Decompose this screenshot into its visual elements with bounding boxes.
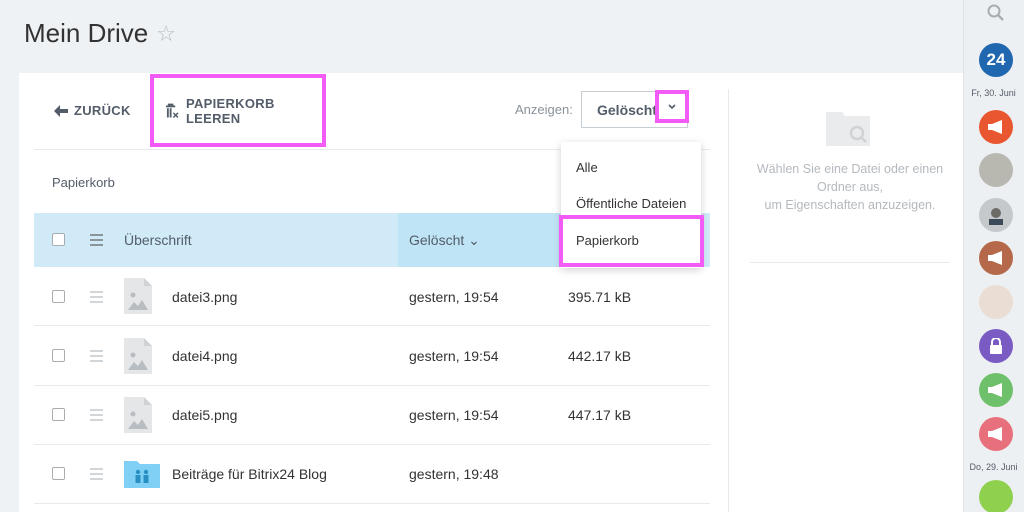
bitrix24-logo[interactable]: 24 bbox=[979, 43, 1013, 77]
menu-item-all[interactable]: Alle bbox=[576, 160, 598, 175]
row-size: 442.17 kB bbox=[568, 348, 632, 364]
date-separator: Fr, 30. Juni bbox=[971, 88, 1016, 98]
favorite-star-icon[interactable]: ☆ bbox=[156, 21, 176, 47]
show-label: Anzeigen: bbox=[515, 102, 573, 117]
folder-search-icon bbox=[826, 112, 870, 146]
chevron-down-icon bbox=[668, 103, 676, 109]
hint-line: Ordner aus, bbox=[816, 180, 883, 194]
image-file-icon bbox=[124, 338, 152, 374]
row-menu-icon[interactable] bbox=[90, 468, 103, 483]
back-button[interactable]: ZURÜCK bbox=[54, 103, 131, 118]
image-file-icon bbox=[124, 278, 152, 314]
arrow-left-icon bbox=[54, 104, 68, 117]
back-label: ZURÜCK bbox=[74, 103, 131, 118]
megaphone-icon[interactable] bbox=[979, 373, 1013, 407]
lock-icon[interactable] bbox=[979, 329, 1013, 363]
row-checkbox[interactable] bbox=[52, 290, 65, 303]
side-divider bbox=[750, 262, 950, 263]
menu-item-trash-highlight bbox=[559, 215, 704, 267]
select-all-checkbox[interactable] bbox=[52, 233, 65, 246]
row-menu-icon[interactable] bbox=[90, 350, 103, 365]
row-name[interactable]: datei5.png bbox=[172, 407, 237, 423]
row-size: 447.17 kB bbox=[568, 407, 632, 423]
megaphone-icon[interactable] bbox=[979, 241, 1013, 275]
column-title[interactable]: Überschrift bbox=[124, 232, 192, 248]
search-icon[interactable] bbox=[987, 4, 1005, 22]
avatar[interactable] bbox=[979, 153, 1013, 187]
avatar[interactable] bbox=[979, 285, 1013, 319]
hint-line: Wählen Sie eine Datei oder einen bbox=[756, 162, 944, 176]
show-select-toggle[interactable] bbox=[655, 90, 689, 123]
panel-divider bbox=[728, 89, 729, 512]
hint-line: um Eigenschaften anzuzeigen. bbox=[764, 198, 936, 212]
megaphone-icon[interactable] bbox=[979, 417, 1013, 451]
show-select-value: Gelöscht bbox=[597, 101, 657, 118]
row-checkbox[interactable] bbox=[52, 467, 65, 480]
breadcrumb[interactable]: Papierkorb bbox=[52, 175, 115, 190]
row-name[interactable]: datei3.png bbox=[172, 289, 237, 305]
date-separator: Do, 29. Juni bbox=[969, 462, 1018, 472]
empty-trash-label: PAPIERKORB LEEREN bbox=[185, 95, 275, 126]
row-name[interactable]: Beiträge für Bitrix24 Blog bbox=[172, 466, 327, 482]
page-title: Mein Drive ☆ bbox=[24, 18, 176, 49]
megaphone-icon[interactable] bbox=[979, 110, 1013, 144]
shared-folder-icon bbox=[124, 461, 160, 488]
row-checkbox[interactable] bbox=[52, 349, 65, 362]
row-date: gestern, 19:54 bbox=[409, 348, 499, 364]
row-date: gestern, 19:54 bbox=[409, 289, 499, 305]
properties-hint: Wählen Sie eine Datei oder einen Ordner … bbox=[750, 160, 950, 214]
row-menu-icon[interactable] bbox=[90, 409, 103, 424]
empty-trash-button[interactable]: PAPIERKORB LEEREN bbox=[150, 74, 326, 147]
trash-icon bbox=[166, 103, 179, 118]
row-date: gestern, 19:48 bbox=[409, 466, 499, 482]
row-size: 395.71 kB bbox=[568, 289, 632, 305]
image-file-icon bbox=[124, 397, 152, 433]
avatar[interactable] bbox=[979, 480, 1013, 512]
column-settings-icon[interactable] bbox=[90, 234, 103, 249]
avatar[interactable] bbox=[979, 198, 1013, 232]
row-menu-icon[interactable] bbox=[90, 291, 103, 306]
column-deleted[interactable]: Gelöscht ⌄ bbox=[409, 232, 480, 249]
row-checkbox[interactable] bbox=[52, 408, 65, 421]
row-date: gestern, 19:54 bbox=[409, 407, 499, 423]
page-title-text: Mein Drive bbox=[24, 18, 149, 48]
menu-item-public-files[interactable]: Öffentliche Dateien bbox=[576, 196, 686, 211]
row-name[interactable]: datei4.png bbox=[172, 348, 237, 364]
